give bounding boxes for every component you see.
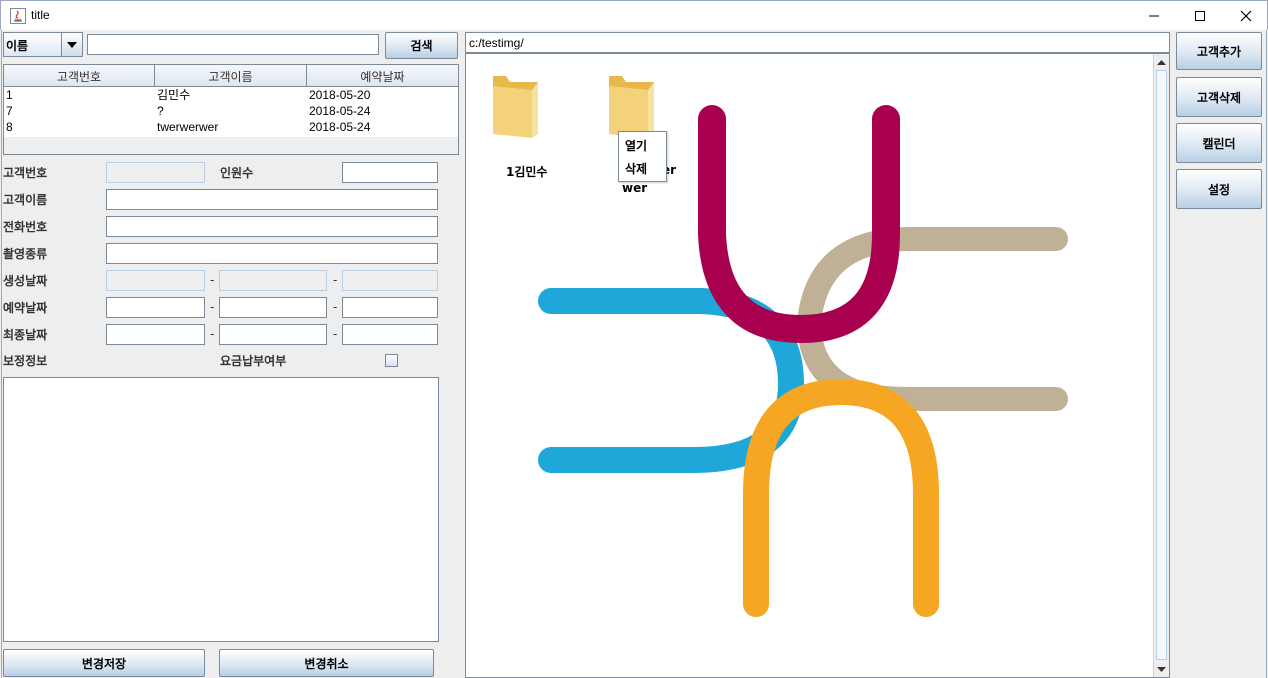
calendar-button[interactable]: 캘린더 [1176, 123, 1262, 163]
table-empty-area [4, 137, 458, 154]
reserve-date-label: 예약날짜 [3, 301, 48, 315]
vertical-scrollbar[interactable] [1153, 54, 1169, 677]
search-input[interactable] [87, 34, 379, 55]
save-changes-button[interactable]: 변경저장 [3, 649, 205, 677]
combo-selected-value: 이름 [6, 39, 29, 53]
folder-name-wrapped: wer [622, 181, 648, 195]
phone-label: 전화번호 [3, 220, 48, 234]
window-title: title [31, 8, 50, 22]
customer-name-label: 고객이름 [3, 193, 48, 207]
people-count-label: 인원수 [220, 166, 254, 180]
table-row[interactable]: 7 ? 2018-05-24 [4, 103, 458, 119]
customer-table: 고객번호 고객이름 예약날짜 1 김민수 2018-05-20 7 ? 2018… [3, 64, 459, 155]
date-separator: - [210, 327, 215, 341]
cell-reserve-date: 2018-05-20 [309, 88, 371, 102]
date-separator: - [333, 300, 338, 314]
date-separator: - [210, 300, 215, 314]
context-menu-open[interactable]: 열기 [625, 137, 647, 154]
edit-info-textarea[interactable] [3, 377, 439, 642]
reserve-month-field[interactable] [219, 297, 327, 318]
final-month-field[interactable] [219, 324, 327, 345]
add-customer-button[interactable]: 고객추가 [1176, 32, 1262, 70]
created-month-field [219, 270, 327, 291]
created-year-field [106, 270, 205, 291]
table-row[interactable]: 1 김민수 2018-05-20 [4, 87, 458, 103]
table-header: 고객번호 고객이름 예약날짜 [4, 65, 458, 87]
customer-no-field [106, 162, 205, 183]
background-logo-image [538, 105, 1068, 617]
column-header-customer-no[interactable]: 고객번호 [4, 65, 155, 87]
reserve-day-field[interactable] [342, 297, 438, 318]
logo-orange-stroke [743, 378, 939, 617]
cell-customer-no: 8 [6, 120, 13, 134]
search-field-combo[interactable]: 이름 [3, 32, 83, 57]
phone-field[interactable] [106, 216, 438, 237]
date-separator: - [333, 273, 338, 287]
cancel-changes-button[interactable]: 변경취소 [219, 649, 434, 677]
final-day-field[interactable] [342, 324, 438, 345]
folder-item[interactable] [488, 72, 578, 145]
cell-customer-no: 1 [6, 88, 13, 102]
chevron-down-icon[interactable] [61, 33, 82, 56]
customer-name-field[interactable] [106, 189, 438, 210]
payment-label: 요금납부여부 [220, 354, 287, 368]
customer-no-label: 고객번호 [3, 166, 48, 180]
cell-customer-name: ? [157, 104, 164, 118]
final-date-label: 최종날짜 [3, 328, 48, 342]
cell-customer-name: 김민수 [157, 88, 191, 102]
minimize-button[interactable] [1131, 1, 1177, 31]
final-year-field[interactable] [106, 324, 205, 345]
people-count-field[interactable] [342, 162, 438, 183]
cell-reserve-date: 2018-05-24 [309, 120, 371, 134]
cell-customer-name: twerwerwer [157, 120, 219, 134]
logo-magenta-stroke [698, 105, 900, 344]
folder-icon [493, 76, 538, 138]
maximize-button[interactable] [1177, 1, 1223, 31]
shoot-type-label: 촬영종류 [3, 247, 48, 261]
cell-reserve-date: 2018-05-24 [309, 104, 371, 118]
date-separator: - [333, 327, 338, 341]
shoot-type-field[interactable] [106, 243, 438, 264]
main-content: 이름 검색 고객번호 고객이름 예약날짜 1 김민수 2018-05-20 7 … [1, 30, 1267, 678]
column-header-reserve-date[interactable]: 예약날짜 [307, 65, 458, 87]
folder-path-field[interactable]: c:/testimg/ [465, 32, 1170, 53]
close-button[interactable] [1223, 1, 1268, 31]
cell-customer-no: 7 [6, 104, 13, 118]
created-date-label: 생성날짜 [3, 274, 48, 288]
edit-info-label: 보정정보 [3, 354, 48, 368]
created-day-field [342, 270, 438, 291]
context-menu-delete[interactable]: 삭제 [625, 160, 647, 177]
folder-context-menu: 열기 삭제 [618, 131, 667, 182]
table-body: 1 김민수 2018-05-20 7 ? 2018-05-24 8 twerwe… [4, 87, 458, 135]
search-button[interactable]: 검색 [385, 32, 458, 59]
window-titlebar: title [0, 0, 1268, 30]
reserve-year-field[interactable] [106, 297, 205, 318]
delete-customer-button[interactable]: 고객삭제 [1176, 77, 1262, 117]
payment-checkbox[interactable] [385, 354, 398, 367]
settings-button[interactable]: 설정 [1176, 169, 1262, 209]
column-header-customer-name[interactable]: 고객이름 [155, 65, 307, 87]
scroll-down-arrow-icon[interactable] [1154, 662, 1169, 676]
folder-name: 1김민수 [506, 165, 548, 179]
date-separator: - [210, 273, 215, 287]
folder-viewer[interactable]: 1김민수 er wer [465, 53, 1170, 678]
table-row[interactable]: 8 twerwerwer 2018-05-24 [4, 119, 458, 135]
scroll-up-arrow-icon[interactable] [1154, 55, 1169, 69]
java-app-icon [10, 8, 26, 24]
scrollbar-track[interactable] [1156, 70, 1167, 660]
